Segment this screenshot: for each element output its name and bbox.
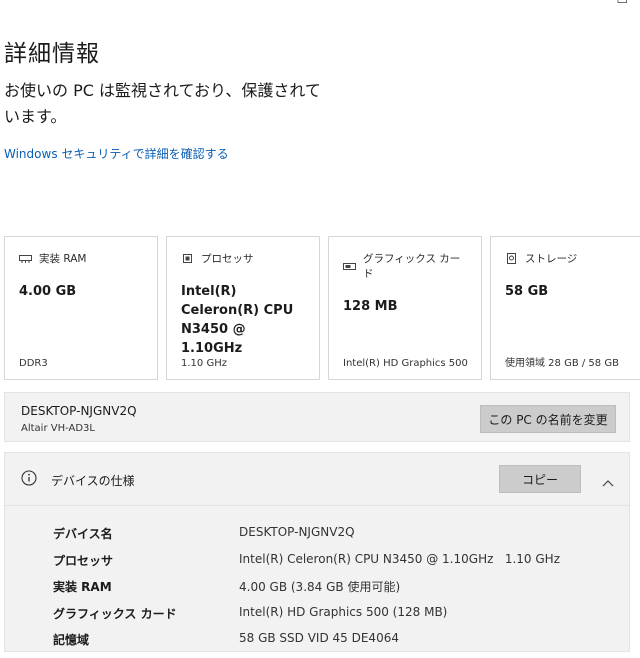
device-name-bar: DESKTOP-NJGNV2Q Altair VH-AD3L この PC の名前… — [4, 392, 630, 442]
security-details-link[interactable]: Windows セキュリティで詳細を確認する — [4, 145, 229, 162]
spec-key: デバイス名 — [53, 527, 113, 541]
memory-icon — [19, 253, 32, 264]
card-value: 128 MB — [343, 299, 398, 314]
spec-key: プロセッサ — [53, 553, 114, 568]
card-ram: 実装 RAM 4.00 GB DDR3 — [4, 236, 158, 380]
card-value: 58 GB — [505, 284, 549, 299]
card-processor: プロセッサ Intel(R) Celeron(R) CPU N3450 @ 1.… — [166, 236, 320, 380]
card-footer: DDR3 — [19, 358, 48, 369]
spec-row-storage: 記憶域 58 GB SSD VID 45 DE4064 — [53, 631, 560, 658]
card-value: Intel(R) Celeron(R) CPU N3450 @ 1.10GHz — [181, 284, 294, 356]
spec-row-device-name: デバイス名 DESKTOP-NJGNV2Q — [53, 525, 560, 552]
spec-value: Intel(R) HD Graphics 500 (128 MB) — [239, 604, 448, 619]
maximize-icon[interactable]: ☐ — [616, 0, 628, 7]
page-title: 詳細情報 — [4, 41, 100, 67]
protection-status: お使いの PC は監視されており、保護されています。 — [4, 81, 321, 126]
specifications-title: デバイスの仕様 — [51, 474, 135, 488]
spec-row-processor: プロセッサ Intel(R) Celeron(R) CPU N3450 @ 1.… — [53, 552, 560, 579]
card-storage: ストレージ 58 GB 使用領域 28 GB / 58 GB — [490, 236, 640, 380]
card-footer: 使用領域 28 GB / 58 GB — [505, 358, 619, 369]
card-footer: Intel(R) HD Graphics 500 — [343, 358, 468, 369]
spec-row-ram: 実装 RAM 4.00 GB (3.84 GB 使用可能) — [53, 578, 560, 605]
spec-key: 記憶域 — [53, 633, 90, 647]
card-graphics: グラフィックス カード 128 MB Intel(R) HD Graphics … — [328, 236, 482, 380]
spec-value: DESKTOP-NJGNV2Q — [239, 525, 355, 539]
specifications-header[interactable]: デバイスの仕様 コピー — [5, 453, 629, 506]
window-controls: — ☐ — [577, 0, 628, 7]
chevron-up-icon[interactable] — [601, 473, 615, 487]
device-name: DESKTOP-NJGNV2Q — [21, 404, 137, 418]
card-label: グラフィックス カード — [363, 253, 461, 280]
card-label: 実装 RAM — [39, 253, 87, 265]
device-specifications-panel: デバイスの仕様 コピー デバイス名 DESKTOP-NJGNV2Q プロセッサ … — [4, 452, 630, 652]
card-label: ストレージ — [525, 253, 578, 265]
copy-button[interactable]: コピー — [499, 465, 581, 493]
spec-value: 58 GB SSD VID 45 DE4064 — [239, 631, 399, 645]
processor-icon — [181, 253, 194, 264]
spec-key: グラフィックス カード — [53, 606, 177, 621]
card-footer: 1.10 GHz — [181, 358, 227, 369]
device-model: Altair VH-AD3L — [21, 423, 95, 434]
info-icon — [21, 470, 37, 486]
spec-value: Intel(R) Celeron(R) CPU N3450 @ 1.10GHz … — [239, 551, 560, 566]
card-value: 4.00 GB — [19, 284, 77, 299]
hardware-summary-cards: 実装 RAM 4.00 GB DDR3 プロセッサ Intel(R) Celer… — [4, 236, 640, 380]
spec-value: 4.00 GB (3.84 GB 使用可能) — [239, 580, 401, 594]
spec-row-graphics: グラフィックス カード Intel(R) HD Graphics 500 (12… — [53, 605, 560, 632]
card-label: プロセッサ — [201, 253, 254, 265]
specifications-list: デバイス名 DESKTOP-NJGNV2Q プロセッサ Intel(R) Cel… — [53, 525, 560, 658]
minimize-icon[interactable]: — — [577, 0, 590, 7]
graphics-card-icon — [343, 261, 356, 272]
storage-icon — [505, 253, 518, 264]
spec-key: 実装 RAM — [53, 580, 112, 594]
rename-pc-button[interactable]: この PC の名前を変更 — [480, 405, 616, 433]
